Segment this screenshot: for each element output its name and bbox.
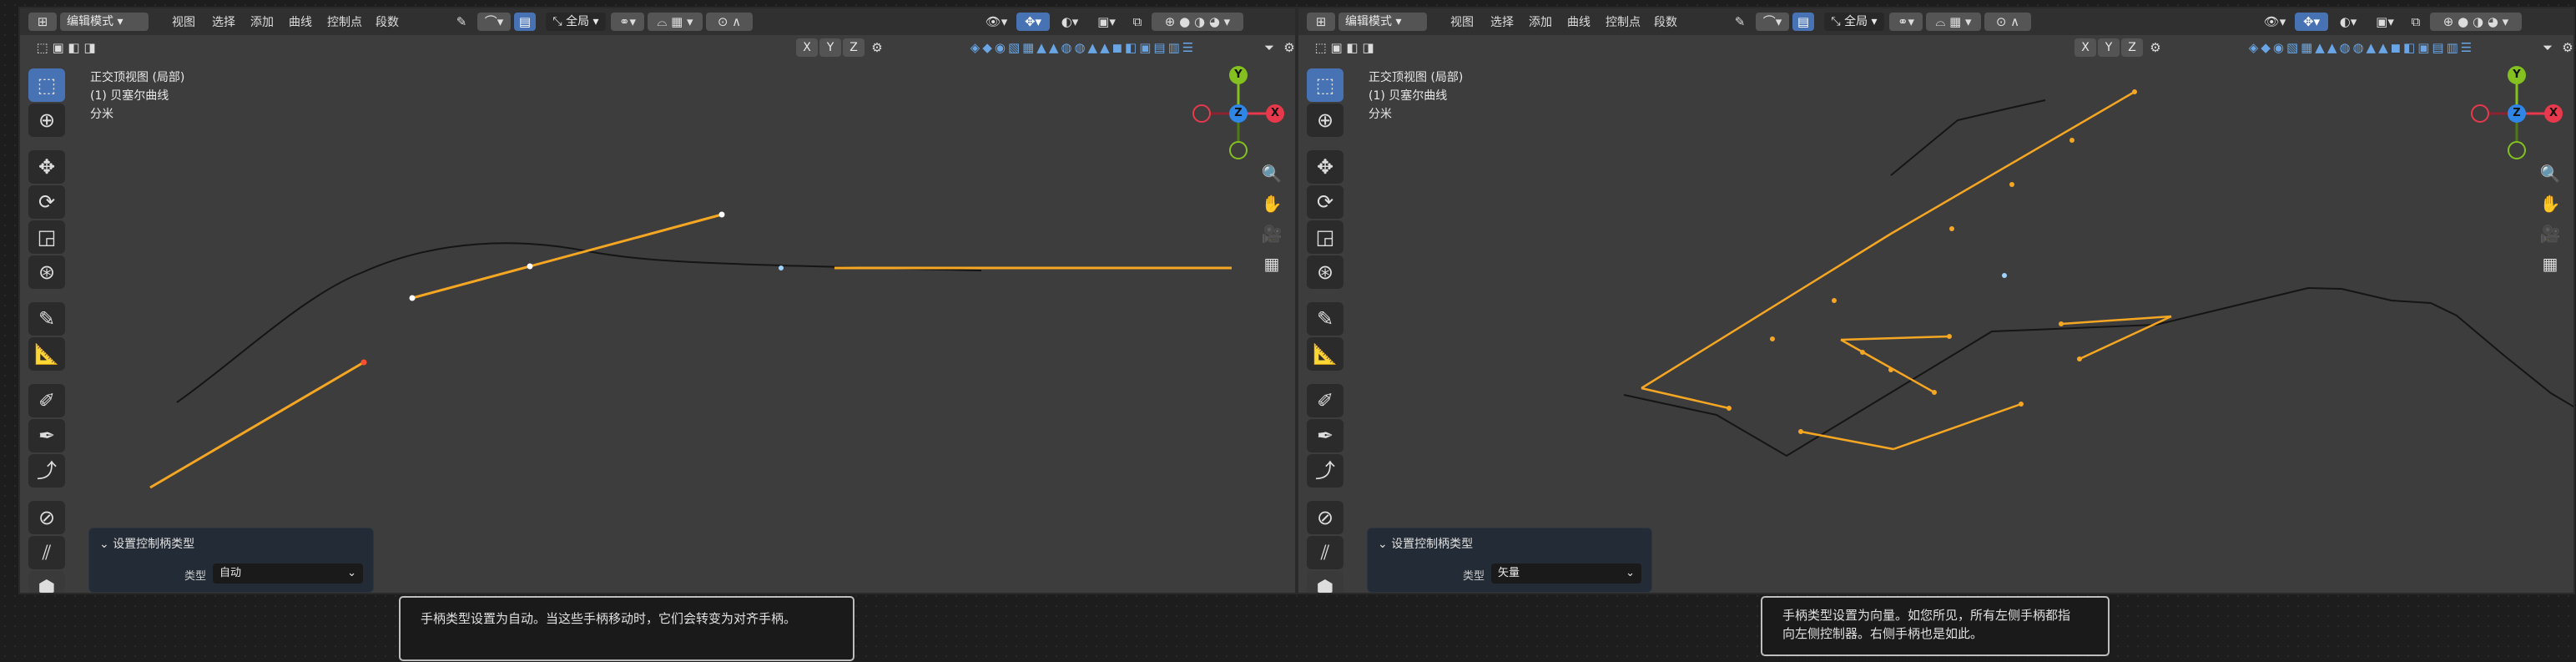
control-point <box>718 211 725 218</box>
control-point <box>409 295 416 301</box>
viewport-left[interactable]: ⊞ 编辑模式 ▾ 视图 选择 添加 曲线 控制点 段数 ✎ ⌒▾ ▤ ⤡ 全局 … <box>18 7 1297 594</box>
chevron-down-icon: ⌄ <box>1626 567 1635 579</box>
bezier-curve <box>1623 286 2573 457</box>
caption-auto: 手柄类型设置为自动。当这些手柄移动时，它们会转变为对齐手柄。 <box>399 596 854 661</box>
gizmo-neg-x[interactable] <box>2471 104 2489 123</box>
gizmo-x[interactable]: X <box>1266 104 1284 123</box>
control-point <box>1860 350 1865 355</box>
gizmo-neg-y[interactable] <box>1229 141 1248 159</box>
navigation-gizmo[interactable]: Y X Z <box>1188 63 1288 164</box>
viewport-right[interactable]: ⊞ 编辑模式 ▾ 视图 选择 添加 曲线 控制点 段数 ✎ ⌒▾ ▤ ⤡ 全局 … <box>1297 7 2575 594</box>
camera-icon[interactable]: 🎥 <box>1257 219 1287 249</box>
handle-line <box>1893 402 2022 451</box>
control-point <box>1832 298 1837 303</box>
gizmo-neg-x[interactable] <box>1192 104 1211 123</box>
handle-line <box>411 213 723 300</box>
camera-icon[interactable]: 🎥 <box>2535 219 2565 249</box>
hand-icon[interactable]: ✋ <box>2535 189 2565 219</box>
curve-canvas[interactable] <box>1298 8 2575 594</box>
type-select[interactable]: 矢量 ⌄ <box>1491 563 1641 584</box>
gizmo-z[interactable]: Z <box>2508 104 2526 123</box>
control-point <box>2132 89 2137 94</box>
grid-icon[interactable]: ▦ <box>2535 249 2565 279</box>
object-origin <box>2002 273 2007 278</box>
gizmo-z[interactable]: Z <box>1229 104 1248 123</box>
hand-icon[interactable]: ✋ <box>1257 189 1287 219</box>
operator-panel[interactable]: ⌄ 设置控制柄类型 类型 自动 ⌄ <box>88 528 374 593</box>
handle-line <box>1890 90 2135 235</box>
panel-title-text: 设置控制柄类型 <box>1391 538 1474 551</box>
handle-line <box>2060 315 2172 326</box>
caption-vector: 手柄类型设置为向量。如您所见，所有左侧手柄都指 向左侧控制器。右侧手柄也是如此。 <box>1761 596 2110 656</box>
caption-line: 手柄类型设置为向量。如您所见，所有左侧手柄都指 <box>1782 608 2071 623</box>
handle-line <box>149 361 365 489</box>
control-point <box>1947 334 1952 339</box>
bezier-curve <box>1890 99 2046 176</box>
control-point <box>1932 390 1937 395</box>
panel-title[interactable]: ⌄ 设置控制柄类型 <box>1378 535 1473 552</box>
zoom-icon[interactable]: 🔍 <box>1257 159 1287 189</box>
control-point <box>2059 321 2064 326</box>
zoom-icon[interactable]: 🔍 <box>2535 159 2565 189</box>
chevron-down-icon: ⌄ <box>347 567 356 579</box>
handle-line <box>1840 335 1950 341</box>
gizmo-y[interactable]: Y <box>2508 66 2526 84</box>
control-point <box>2069 138 2074 143</box>
panel-title[interactable]: ⌄ 设置控制柄类型 <box>99 535 194 552</box>
control-point <box>1949 226 1954 231</box>
caption-line: 向左侧控制器。右侧手柄也是如此。 <box>1782 626 1984 641</box>
type-label: 类型 <box>1462 570 1485 583</box>
curve-canvas[interactable] <box>20 8 1297 594</box>
type-value: 自动 <box>219 567 242 579</box>
control-point <box>1798 429 1803 434</box>
control-point <box>1770 336 1775 341</box>
handle-line <box>1641 387 1730 410</box>
handle-line <box>1641 232 1892 390</box>
control-point <box>1888 367 1893 372</box>
control-point <box>2009 182 2014 187</box>
control-point <box>2077 356 2082 361</box>
object-origin <box>779 265 784 270</box>
control-point <box>1727 406 1732 411</box>
caption-text: 手柄类型设置为自动。当这些手柄移动时，它们会转变为对齐手柄。 <box>421 611 797 626</box>
gizmo-x[interactable]: X <box>2544 104 2563 123</box>
control-point <box>527 263 533 270</box>
gizmo-y[interactable]: Y <box>1229 66 1248 84</box>
handle-line <box>1800 430 1894 451</box>
handle-line <box>2079 315 2172 361</box>
control-point <box>2019 402 2024 407</box>
control-point <box>360 359 367 366</box>
gizmo-neg-y[interactable] <box>2508 141 2526 159</box>
type-label: 类型 <box>184 570 206 583</box>
grid-icon[interactable]: ▦ <box>1257 249 1287 279</box>
type-select[interactable]: 自动 ⌄ <box>213 563 363 584</box>
panel-title-text: 设置控制柄类型 <box>113 538 195 551</box>
type-value: 矢量 <box>1498 567 1520 579</box>
operator-panel[interactable]: ⌄ 设置控制柄类型 类型 矢量 ⌄ <box>1367 528 1652 593</box>
handle-line <box>1840 338 1935 394</box>
navigation-gizmo[interactable]: Y X Z <box>2467 63 2567 164</box>
